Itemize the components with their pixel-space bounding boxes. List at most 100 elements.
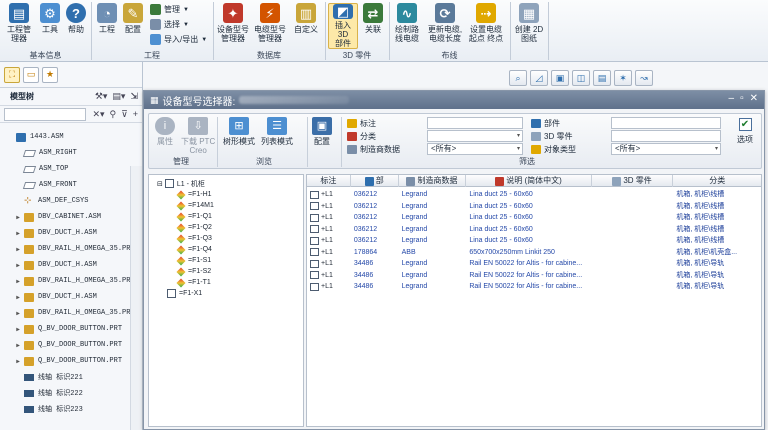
- tree-item[interactable]: 线轴 标识223: [0, 401, 142, 417]
- tree-child-item[interactable]: =F1-Q2: [149, 222, 303, 233]
- create-2d-drawing-button[interactable]: ▦ 创建 2D 图纸: [514, 3, 544, 43]
- import-export-button[interactable]: 导入/导出 ▼: [150, 34, 207, 45]
- tree-child-item[interactable]: =F1-S2: [149, 266, 303, 277]
- filter-manufacturer-select[interactable]: <所有> ▾: [427, 143, 523, 155]
- col-3d-part[interactable]: 3D 零件: [592, 175, 674, 187]
- tree-item[interactable]: 1443.ASM: [0, 129, 142, 145]
- zoom-icon[interactable]: ⌕: [509, 70, 527, 86]
- tree-filter-icon[interactable]: ⇲: [130, 91, 138, 102]
- table-row[interactable]: +L1 34486 Legrand Rail EN 50022 for Altis -…: [307, 270, 761, 282]
- cable-endpoints-button[interactable]: ⇢ 设置电缆 起点 终点: [467, 3, 505, 43]
- custom-button[interactable]: ▥ 自定义: [290, 3, 322, 34]
- expand-icon[interactable]: ▶: [14, 246, 22, 253]
- project-manager-button[interactable]: ▤ 工程管 理器: [4, 3, 34, 43]
- tree-item[interactable]: ▶ DBV_RAIL_H_OMEGA_35.PR: [0, 241, 142, 257]
- tree-item[interactable]: ⊹ ASM_DEF_CSYS: [0, 193, 142, 209]
- layer-icon[interactable]: ▤: [593, 70, 611, 86]
- expand-icon[interactable]: ▶: [14, 294, 22, 301]
- tree-item[interactable]: ▶ DBV_DUCT_H.ASM: [0, 225, 142, 241]
- expand-icon[interactable]: ▶: [14, 326, 22, 333]
- table-row[interactable]: +L1 036212 Legrand Lina duct 25 - 60x60 机箱, …: [307, 235, 761, 247]
- filter-mark-input[interactable]: [427, 117, 523, 129]
- expand-icon[interactable]: ▶: [14, 342, 22, 349]
- cube-icon[interactable]: ▣: [551, 70, 569, 86]
- clear-icon[interactable]: ✕▾: [92, 109, 104, 120]
- tree-settings-icon[interactable]: ⚒▾: [95, 91, 108, 102]
- tree-search-input[interactable]: [4, 107, 86, 121]
- tree-item[interactable]: ▶ DBV_DUCT_H.ASM: [0, 257, 142, 273]
- table-row[interactable]: +L1 036212 Legrand Lina duct 25 - 60x60 机箱, …: [307, 224, 761, 236]
- expand-icon[interactable]: ▶: [14, 358, 22, 365]
- config-dialog-button[interactable]: ▣ 配置: [312, 117, 332, 146]
- download-creo-button[interactable]: ⇩ 下载 PTC Creo: [181, 117, 215, 155]
- tree-child-item[interactable]: =F1-X1: [149, 288, 303, 299]
- col-manufacturer[interactable]: 制造商数据: [399, 175, 467, 187]
- tree-item[interactable]: ▶ Q_BV_DOOR_BUTTON.PRT: [0, 337, 142, 353]
- manage-button[interactable]: 管理 ▼: [150, 4, 189, 15]
- expand-icon[interactable]: ▶: [14, 230, 22, 237]
- cable-model-manager-button[interactable]: ⚡ 电缆型号 管理器: [253, 3, 287, 43]
- tree-show-icon[interactable]: ▤▾: [112, 91, 125, 102]
- config-button[interactable]: ✎ 配置: [121, 3, 145, 34]
- tree-item[interactable]: ASM_TOP: [0, 161, 142, 177]
- minimize-icon[interactable]: –: [729, 93, 735, 104]
- tree-item[interactable]: ▶ DBV_RAIL_H_OMEGA_35.PR: [0, 305, 142, 321]
- expand-icon[interactable]: ▶: [14, 214, 22, 221]
- tree-item[interactable]: ▶ DBV_RAIL_H_OMEGA_35.PR: [0, 273, 142, 289]
- col-part[interactable]: 部: [351, 175, 399, 187]
- table-row[interactable]: +L1 036212 Legrand Lina duct 25 - 60x60 机箱, …: [307, 212, 761, 224]
- model-tree-tab-icon[interactable]: ⛶: [4, 66, 20, 83]
- view-icon[interactable]: ◫: [572, 70, 590, 86]
- col-mark[interactable]: 标注: [307, 175, 351, 187]
- tree-child-item[interactable]: =F1-S1: [149, 255, 303, 266]
- tree-item[interactable]: ▶ DBV_CABINET.ASM: [0, 209, 142, 225]
- spark-icon[interactable]: ✶: [614, 70, 632, 86]
- add-icon[interactable]: +: [133, 109, 138, 120]
- maximize-icon[interactable]: ▫: [740, 93, 744, 104]
- sketch-icon[interactable]: ◿: [530, 70, 548, 86]
- options-button[interactable]: ✔ 选项: [731, 118, 759, 145]
- table-row[interactable]: +L1 34486 Legrand Rail EN 50022 for Altis -…: [307, 258, 761, 270]
- tree-child-item[interactable]: =F1-T1: [149, 277, 303, 288]
- expand-icon[interactable]: ▶: [14, 310, 22, 317]
- help-button[interactable]: ? 帮助: [64, 3, 88, 34]
- favorites-tab-icon[interactable]: ★: [42, 66, 58, 83]
- col-category[interactable]: 分类: [673, 175, 761, 187]
- tree-child-item[interactable]: =F1-Q1: [149, 211, 303, 222]
- route-icon[interactable]: ↝: [635, 70, 653, 86]
- table-row[interactable]: +L1 036212 Legrand Lina duct 25 - 60x60 机箱, …: [307, 201, 761, 213]
- collapse-icon[interactable]: ⊟: [157, 180, 163, 188]
- table-row[interactable]: +L1 178864 ABB 650x700x250mm Linkit 250 机箱, …: [307, 247, 761, 259]
- filter-3d-part-input[interactable]: [611, 130, 721, 142]
- tree-item[interactable]: ASM_FRONT: [0, 177, 142, 193]
- associate-button[interactable]: ⇄ 关联: [361, 3, 385, 34]
- col-description[interactable]: 说明 (简体中文): [466, 175, 592, 187]
- insert-3d-part-button[interactable]: ◩ 插入 3D 部件: [328, 3, 358, 49]
- tree-item[interactable]: ▶ Q_BV_DOOR_BUTTON.PRT: [0, 353, 142, 369]
- find-icon[interactable]: ⚲: [110, 109, 117, 120]
- tree-child-item[interactable]: =F1-Q3: [149, 233, 303, 244]
- tree-scrollbar[interactable]: [130, 166, 142, 430]
- expand-icon[interactable]: ▶: [14, 278, 22, 285]
- expand-icon[interactable]: ▶: [14, 262, 22, 269]
- close-icon[interactable]: ✕: [750, 93, 758, 104]
- table-row[interactable]: +L1 036212 Legrand Lina duct 25 - 60x60 机箱, …: [307, 189, 761, 201]
- tree-item[interactable]: ▶ DBV_DUCT_H.ASM: [0, 289, 142, 305]
- update-cable-button[interactable]: ⟳ 更新电缆, 电缆长度: [426, 3, 464, 43]
- tree-item[interactable]: 线轴 标识221: [0, 369, 142, 385]
- tree-child-item[interactable]: =F1-H1: [149, 189, 303, 200]
- list-mode-button[interactable]: ☰ 列表模式: [261, 117, 293, 146]
- project-button[interactable]: ◔ 工程: [95, 3, 119, 34]
- tree-child-item[interactable]: =F1-Q4: [149, 244, 303, 255]
- table-row[interactable]: +L1 34486 Legrand Rail EN 50022 for Altis -…: [307, 281, 761, 293]
- tree-root-item[interactable]: ⊟ L1 - 机柜: [149, 178, 303, 189]
- tree-item[interactable]: ASM_RIGHT: [0, 145, 142, 161]
- filter-part-input[interactable]: [611, 117, 721, 129]
- tree-child-item[interactable]: =F14M1: [149, 200, 303, 211]
- tree-item[interactable]: ▶ Q_BV_DOOR_BUTTON.PRT: [0, 321, 142, 337]
- filter-object-type-select[interactable]: <所有> ▾: [611, 143, 721, 155]
- device-model-manager-button[interactable]: ✦ 设备型号 管理器: [216, 3, 250, 43]
- properties-button[interactable]: i 属性: [155, 117, 175, 146]
- select-button[interactable]: 选择 ▼: [150, 19, 189, 30]
- folder-tab-icon[interactable]: ▭: [23, 66, 39, 83]
